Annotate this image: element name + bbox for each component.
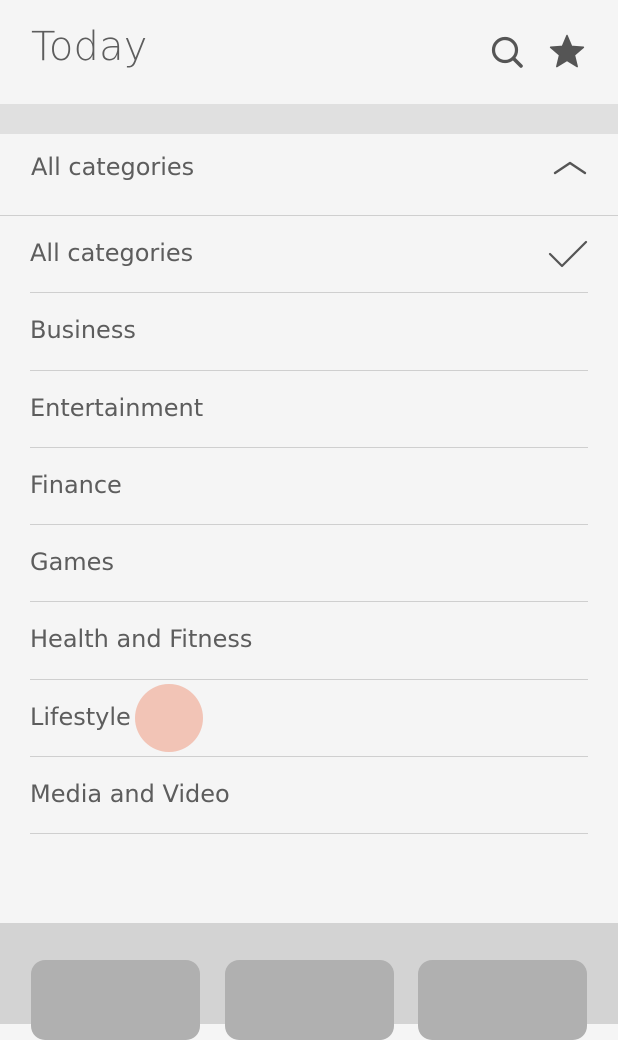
star-icon — [549, 34, 585, 68]
favorites-button[interactable] — [547, 32, 587, 72]
category-item-finance[interactable]: Finance — [30, 448, 588, 526]
app-tile[interactable] — [418, 960, 587, 1040]
header-bar: Today — [0, 0, 618, 104]
app-tile[interactable] — [225, 960, 394, 1040]
category-item-business[interactable]: Business — [30, 293, 588, 371]
category-label: Business — [30, 316, 136, 345]
category-label: Finance — [30, 470, 122, 499]
category-list: All categories Business Entertainment Fi… — [0, 216, 618, 835]
category-item-all[interactable]: All categories — [30, 216, 588, 294]
bottom-panel — [0, 923, 618, 1040]
category-item-media-video[interactable]: Media and Video — [30, 757, 588, 835]
category-item-games[interactable]: Games — [30, 525, 588, 603]
category-label: Lifestyle — [30, 702, 131, 731]
checkmark-icon — [548, 240, 588, 268]
chevron-up-icon[interactable] — [553, 157, 587, 177]
category-item-entertainment[interactable]: Entertainment — [30, 371, 588, 448]
app-tile[interactable] — [31, 960, 200, 1040]
page-title: Today — [31, 24, 148, 70]
category-item-lifestyle[interactable]: Lifestyle — [30, 680, 588, 758]
category-label: Games — [30, 548, 114, 577]
category-label: Media and Video — [30, 780, 230, 809]
header-separator-band — [0, 104, 618, 134]
category-item-health-fitness[interactable]: Health and Fitness — [30, 602, 588, 680]
category-selector[interactable]: All categories — [0, 134, 618, 216]
search-button[interactable] — [487, 32, 527, 72]
category-label: Entertainment — [30, 393, 204, 422]
category-label: Health and Fitness — [30, 625, 253, 654]
category-selector-label: All categories — [31, 153, 195, 181]
category-label: All categories — [30, 239, 194, 267]
search-icon — [491, 36, 523, 68]
